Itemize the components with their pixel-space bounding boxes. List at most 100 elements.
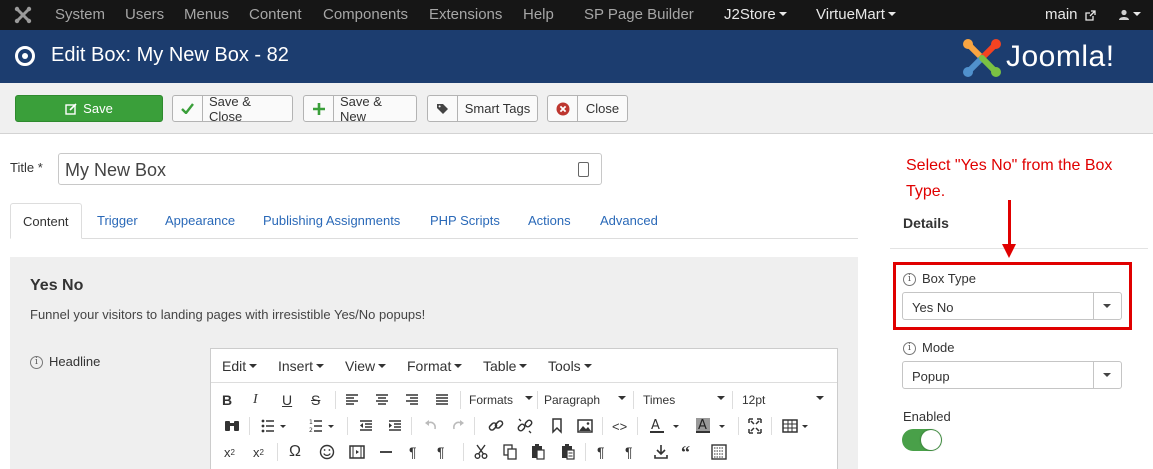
paste-text-icon[interactable] <box>561 441 575 463</box>
joomla-icon[interactable] <box>14 6 32 24</box>
smart-tags-button[interactable]: Smart Tags <box>427 95 538 122</box>
emoticons-icon[interactable] <box>319 441 335 463</box>
editor-menu-table[interactable]: Table <box>483 358 528 374</box>
align-center-icon[interactable] <box>375 389 389 411</box>
caret-down-icon <box>454 364 463 369</box>
link-icon[interactable] <box>488 415 504 437</box>
menu-system[interactable]: System <box>55 6 105 23</box>
menu-extensions[interactable]: Extensions <box>429 6 502 23</box>
rich-text-editor[interactable]: Edit Insert View Format Table Tools B I … <box>210 348 838 469</box>
tab-publishing-assignments[interactable]: Publishing Assignments <box>263 203 400 239</box>
text-color-icon[interactable]: A <box>649 415 681 437</box>
anchor-bookmark-icon[interactable] <box>551 415 563 437</box>
code-icon[interactable]: <> <box>612 415 627 437</box>
subscript-icon[interactable]: x2 <box>224 441 235 463</box>
menu-main-label: main <box>1045 6 1078 23</box>
enabled-toggle[interactable] <box>902 429 942 451</box>
italic-icon[interactable]: I <box>253 389 258 411</box>
menu-components[interactable]: Components <box>323 6 408 23</box>
info-icon[interactable]: i <box>30 356 43 370</box>
dropdown-toggle[interactable] <box>1093 362 1121 388</box>
editor-menu-tools[interactable]: Tools <box>548 358 592 374</box>
special-character-icon[interactable]: Ω <box>289 441 301 463</box>
align-justify-icon[interactable] <box>435 389 449 411</box>
table-icon[interactable] <box>782 415 810 437</box>
save-close-button[interactable]: Save & Close <box>172 93 293 124</box>
editor-menu-insert[interactable]: Insert <box>278 358 325 374</box>
superscript-icon[interactable]: x2 <box>253 441 264 463</box>
enabled-label: Enabled <box>903 409 951 424</box>
menu-users[interactable]: Users <box>125 6 164 23</box>
ltr-direction-icon[interactable]: ¶ <box>409 441 417 463</box>
menu-sp-page-builder[interactable]: SP Page Builder <box>584 6 694 23</box>
save-new-button[interactable]: Save & New <box>303 94 417 124</box>
tab-content[interactable]: Content <box>10 203 82 239</box>
block-format-dropdown[interactable]: Paragraph <box>544 389 626 411</box>
dropdown-toggle[interactable] <box>1093 293 1121 319</box>
editor-menu-edit[interactable]: Edit <box>222 358 258 374</box>
save-close-label: Save & Close <box>209 93 251 124</box>
close-button[interactable]: Close <box>547 95 628 122</box>
fullscreen-icon[interactable] <box>748 415 762 437</box>
menu-virtuemart[interactable]: VirtueMart <box>816 6 896 23</box>
toolbar: Save Save & Close Save & New Smart Tags … <box>0 83 1153 134</box>
editor-menu-view[interactable]: View <box>345 358 387 374</box>
tab-actions[interactable]: Actions <box>528 203 571 239</box>
formats-dropdown[interactable]: Formats <box>469 389 533 411</box>
toolbar-divider <box>732 391 733 409</box>
menu-help[interactable]: Help <box>523 6 554 23</box>
align-left-icon[interactable] <box>345 389 359 411</box>
undo-icon[interactable] <box>424 415 438 437</box>
tab-advanced[interactable]: Advanced <box>600 203 658 239</box>
template-icon[interactable] <box>711 441 727 463</box>
background-color-icon[interactable]: A <box>695 415 727 437</box>
tab-php-scripts[interactable]: PHP Scripts <box>430 203 500 239</box>
form-fill-icon[interactable] <box>578 162 589 177</box>
mode-select[interactable]: Popup <box>902 361 1122 389</box>
indent-icon[interactable] <box>388 415 402 437</box>
page-title: Edit Box: My New Box - 82 <box>51 44 289 66</box>
visual-chars-icon[interactable]: ¶ <box>597 441 605 463</box>
copy-icon[interactable] <box>503 441 517 463</box>
tab-appearance[interactable]: Appearance <box>165 203 235 239</box>
admin-menu-bar: System Users Menus Content Components Ex… <box>0 0 1153 30</box>
redo-icon[interactable] <box>451 415 465 437</box>
info-icon[interactable]: i <box>903 342 916 356</box>
menu-main-site[interactable]: main <box>1045 6 1096 23</box>
binoculars-icon[interactable] <box>224 415 240 437</box>
blockquote-icon[interactable]: “ <box>681 441 690 463</box>
editor-toolbar-row-1: B I U S Formats Paragraph Times 12pt <box>211 387 837 413</box>
tab-trigger[interactable]: Trigger <box>97 203 138 239</box>
menu-virtuemart-label: VirtueMart <box>816 6 885 23</box>
bold-icon[interactable]: B <box>222 389 232 411</box>
image-icon[interactable] <box>577 415 593 437</box>
numbered-list-icon[interactable]: 12 <box>309 415 335 437</box>
align-right-icon[interactable] <box>405 389 419 411</box>
menu-menus[interactable]: Menus <box>184 6 229 23</box>
menu-j2store[interactable]: J2Store <box>724 6 787 23</box>
media-icon[interactable] <box>349 441 365 463</box>
bullet-list-icon[interactable] <box>261 415 287 437</box>
strikethrough-icon[interactable]: S <box>311 389 320 411</box>
title-input[interactable]: My New Box <box>58 153 602 185</box>
save-button[interactable]: Save <box>15 95 163 122</box>
font-size-dropdown[interactable]: 12pt <box>742 389 824 411</box>
info-icon[interactable]: i <box>903 273 916 287</box>
paste-icon[interactable] <box>531 441 545 463</box>
user-menu[interactable] <box>1118 6 1141 23</box>
underline-icon[interactable]: U <box>282 389 292 411</box>
horizontal-rule-icon[interactable] <box>379 441 393 463</box>
toolbar-divider <box>463 443 464 461</box>
box-type-select[interactable]: Yes No <box>902 292 1122 320</box>
cut-icon[interactable] <box>474 441 488 463</box>
editor-menu-format[interactable]: Format <box>407 358 463 374</box>
show-blocks-icon[interactable]: ¶ <box>625 441 633 463</box>
menu-content[interactable]: Content <box>249 6 302 23</box>
insert-date-icon[interactable] <box>653 441 669 463</box>
rtl-direction-icon[interactable]: ¶ <box>437 441 445 463</box>
page-header: Edit Box: My New Box - 82 Joomla! <box>0 30 1153 83</box>
outdent-icon[interactable] <box>359 415 373 437</box>
unlink-icon[interactable] <box>517 415 533 437</box>
font-family-dropdown[interactable]: Times <box>643 389 725 411</box>
editor-menubar: Edit Insert View Format Table Tools <box>211 349 837 383</box>
